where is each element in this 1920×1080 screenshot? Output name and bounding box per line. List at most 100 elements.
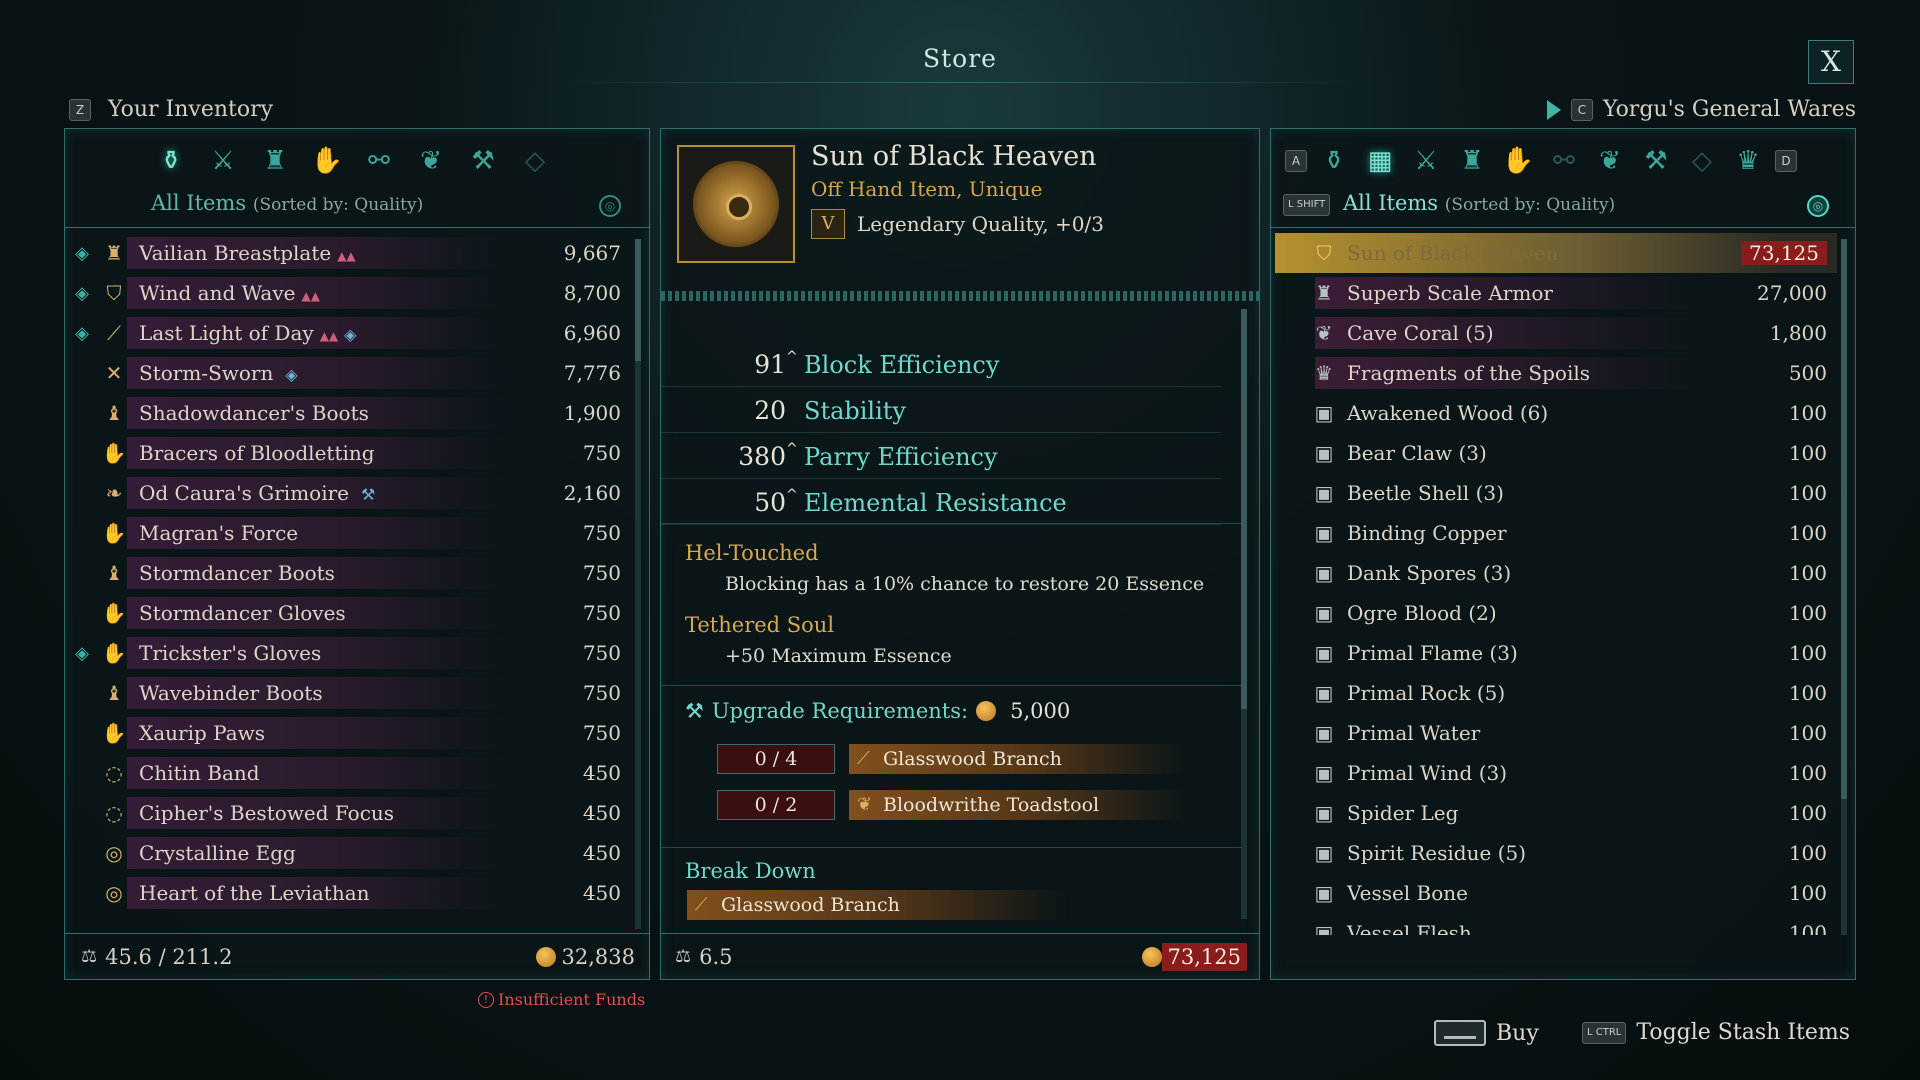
vendor-row[interactable]: ▣ Primal Rock (5) 100: [1275, 673, 1837, 713]
inventory-row[interactable]: ♝ Stormdancer Boots 750: [65, 553, 631, 593]
vendor-item-icon: ▣: [1314, 721, 1334, 745]
inventory-item-value: 750: [582, 601, 621, 625]
vendor-row[interactable]: ▣ Dank Spores (3) 100: [1275, 553, 1837, 593]
vendor-item-name: Binding Copper: [1347, 521, 1507, 545]
vendor-item-value: 1,800: [1769, 321, 1827, 345]
detail-scrollbar[interactable]: [1241, 309, 1247, 919]
detail-scroll-thumb[interactable]: [1241, 309, 1247, 709]
buy-hint[interactable]: Buy: [1434, 1020, 1539, 1046]
vendor-weapons-category-icon[interactable]: ⚔: [1407, 141, 1445, 181]
stat-value: 50: [754, 488, 786, 517]
inventory-filter-icon[interactable]: ◎: [599, 195, 621, 217]
vendor-scroll-thumb[interactable]: [1841, 239, 1847, 799]
vendor-row[interactable]: ▣ Binding Copper 100: [1275, 513, 1837, 553]
vendor-consumables-category-icon[interactable]: ❦: [1591, 141, 1629, 181]
vendor-crafting-category-icon[interactable]: ⚒: [1637, 141, 1675, 181]
vendor-row[interactable]: ▣ Beetle Shell (3) 100: [1275, 473, 1837, 513]
inventory-row[interactable]: ◈ ⛉ Wind and Wave ▲▲ 8,700: [65, 273, 631, 313]
vendor-row[interactable]: ⛉ Sun of Black Heaven 73,125: [1275, 233, 1837, 273]
inventory-row[interactable]: ✋ Bracers of Bloodletting 750: [65, 433, 631, 473]
vendor-row[interactable]: ▣ Primal Water 100: [1275, 713, 1837, 753]
vendor-item-value: 73,125: [1741, 241, 1827, 265]
inventory-row[interactable]: ◈ ⟋ Last Light of Day ▲▲ ◈ 6,960: [65, 313, 631, 353]
vendor-row[interactable]: ▣ Vessel Flesh 100: [1275, 913, 1837, 935]
inventory-row[interactable]: ◌ Cipher's Bestowed Focus 450: [65, 793, 631, 833]
inventory-item-label: Xaurip Paws: [139, 721, 266, 745]
inventory-key-hint[interactable]: Z: [69, 99, 91, 121]
inventory-row[interactable]: ♝ Shadowdancer's Boots 1,900: [65, 393, 631, 433]
vendor-prev-category-key[interactable]: A: [1285, 150, 1307, 172]
inventory-row[interactable]: ✕ Storm-Sworn ◈ 7,776: [65, 353, 631, 393]
inventory-scrollbar[interactable]: [635, 239, 641, 929]
inventory-sort-label[interactable]: All Items (Sorted by: Quality): [151, 191, 423, 215]
vendor-crown-category-icon[interactable]: ♛: [1729, 141, 1767, 181]
vendor-all-category-icon[interactable]: ⚱: [1315, 141, 1353, 181]
close-button[interactable]: X: [1808, 40, 1854, 84]
vendor-chest-category-icon[interactable]: ▦: [1361, 141, 1399, 181]
vendor-item-icon: ▣: [1314, 761, 1334, 785]
inventory-scroll-thumb[interactable]: [635, 239, 641, 361]
inventory-row[interactable]: ✋ Xaurip Paws 750: [65, 713, 631, 753]
inventory-sort-note: (Sorted by: Quality): [252, 195, 424, 215]
vendor-row[interactable]: ▣ Primal Flame (3) 100: [1275, 633, 1837, 673]
armor-category-icon[interactable]: ♜: [255, 141, 295, 181]
vendor-armor-category-icon[interactable]: ♜: [1453, 141, 1491, 181]
stat-improved-icon: ^: [786, 349, 798, 365]
inventory-row[interactable]: ◎ Crystalline Egg 450: [65, 833, 631, 873]
consumables-category-icon[interactable]: ❦: [411, 141, 451, 181]
vendor-row[interactable]: ▣ Vessel Bone 100: [1275, 873, 1837, 913]
inventory-item-name: Stormdancer Boots: [139, 561, 347, 585]
vendor-scrollbar[interactable]: [1841, 239, 1847, 935]
gloves-category-icon[interactable]: ✋: [307, 141, 347, 181]
vendor-row[interactable]: ▣ Bear Claw (3) 100: [1275, 433, 1837, 473]
inventory-row[interactable]: ✋ Stormdancer Gloves 750: [65, 593, 631, 633]
all-items-category-icon[interactable]: ⚱: [151, 141, 191, 181]
vendor-item-value: 100: [1788, 761, 1827, 785]
vendor-sort-label[interactable]: L SHIFT All Items (Sorted by: Quality): [1283, 191, 1615, 216]
detail-footer: ⚖ 6.5 73,125: [661, 933, 1259, 979]
inventory-row[interactable]: ♝ Wavebinder Boots 750: [65, 673, 631, 713]
vendor-row[interactable]: ♛ Fragments of the Spoils 500: [1275, 353, 1837, 393]
inventory-row[interactable]: ✋ Magran's Force 750: [65, 513, 631, 553]
vendor-next-category-key[interactable]: D: [1775, 150, 1797, 172]
inventory-item-label: Storm-Sworn: [139, 361, 274, 385]
inventory-item-value: 450: [582, 801, 621, 825]
vendor-row[interactable]: ▣ Ogre Blood (2) 100: [1275, 593, 1837, 633]
inventory-item-name: Bracers of Bloodletting: [139, 441, 387, 465]
requirement-material: ❦ Bloodwrithe Toadstool: [849, 790, 1189, 820]
inventory-row[interactable]: ◈ ♜ Vailian Breastplate ▲▲ 9,667: [65, 233, 631, 273]
vendor-item-icon: ▣: [1314, 681, 1334, 705]
vendor-accessories-category-icon[interactable]: ⚯: [1545, 141, 1583, 181]
vendor-filter-icon[interactable]: ◎: [1807, 195, 1829, 217]
vendor-gloves-category-icon[interactable]: ✋: [1499, 141, 1537, 181]
stat-name: Parry Efficiency: [804, 442, 998, 471]
gems-category-icon[interactable]: ◇: [515, 141, 555, 181]
inventory-row[interactable]: ◎ Heart of the Leviathan 450: [65, 873, 631, 913]
vendor-category-tabs: A ⚱ ▦ ⚔ ♜ ✋ ⚯ ❦ ⚒ ◇ ♛ D: [1285, 141, 1797, 181]
vendor-row[interactable]: ▣ Awakened Wood (6) 100: [1275, 393, 1837, 433]
shift-key-hint[interactable]: L SHIFT: [1283, 193, 1331, 216]
stats-divider: [661, 523, 1241, 524]
inventory-row[interactable]: ❧ Od Caura's Grimoire ⚒ 2,160: [65, 473, 631, 513]
toggle-stash-hint[interactable]: L CTRL Toggle Stash Items: [1582, 1020, 1850, 1045]
vendor-row[interactable]: ▣ Spirit Residue (5) 100: [1275, 833, 1837, 873]
inventory-item-name: Xaurip Paws: [139, 721, 277, 745]
vendor-row[interactable]: ♜ Superb Scale Armor 27,000: [1275, 273, 1837, 313]
inventory-row[interactable]: ◈ ✋ Trickster's Gloves 750: [65, 633, 631, 673]
crafting-category-icon[interactable]: ⚒: [463, 141, 503, 181]
vendor-row[interactable]: ❦ Cave Coral (5) 1,800: [1275, 313, 1837, 353]
vendor-item-name: Vessel Bone: [1347, 881, 1469, 905]
inventory-item-name: Crystalline Egg: [139, 841, 308, 865]
toggle-stash-label: Toggle Stash Items: [1636, 1020, 1850, 1045]
inventory-item-name: Shadowdancer's Boots: [139, 401, 381, 425]
new-item-marker-icon: ◈: [75, 282, 89, 304]
vendor-key-hint[interactable]: C: [1570, 98, 1593, 121]
requirement-count: 0 / 4: [717, 744, 835, 774]
accessories-category-icon[interactable]: ⚯: [359, 141, 399, 181]
stat-improved-icon: ^: [786, 441, 798, 457]
vendor-row[interactable]: ▣ Primal Wind (3) 100: [1275, 753, 1837, 793]
weapons-category-icon[interactable]: ⚔: [203, 141, 243, 181]
vendor-gems-category-icon[interactable]: ◇: [1683, 141, 1721, 181]
inventory-row[interactable]: ◌ Chitin Band 450: [65, 753, 631, 793]
vendor-row[interactable]: ▣ Spider Leg 100: [1275, 793, 1837, 833]
